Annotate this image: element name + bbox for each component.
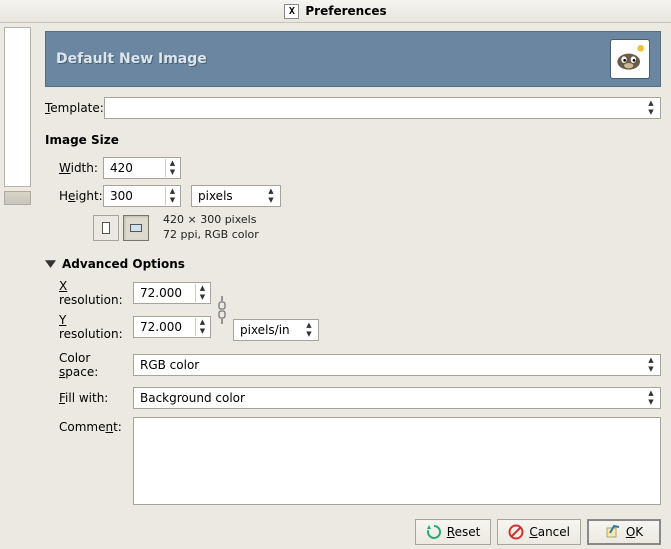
template-combo[interactable]: ▲▼	[104, 97, 661, 119]
comment-textarea[interactable]	[133, 417, 661, 505]
page-banner: Default New Image	[45, 31, 661, 87]
spin-arrows-icon: ▲▼	[195, 284, 209, 302]
advanced-options-label: Advanced Options	[62, 257, 185, 271]
combo-arrows-icon: ▲▼	[644, 99, 658, 117]
height-input[interactable]: 300 ▲▼	[103, 185, 181, 207]
height-label: Height:	[59, 189, 103, 203]
combo-arrows-icon: ▲▼	[264, 187, 278, 205]
xres-value: 72.000	[140, 286, 182, 300]
spin-arrows-icon: ▲▼	[165, 159, 179, 177]
template-label: Template:	[45, 101, 104, 115]
window-title: Preferences	[305, 4, 386, 18]
image-size-heading: Image Size	[45, 133, 661, 147]
resolution-unit-value: pixels/in	[240, 323, 290, 337]
combo-arrows-icon: ▲▼	[644, 389, 658, 407]
yres-label: Y resolution:	[59, 313, 133, 341]
fill-value: Background color	[140, 391, 245, 405]
fill-combo[interactable]: Background color ▲▼	[133, 387, 661, 409]
orientation-landscape-button[interactable]	[123, 215, 149, 241]
image-info-text: 420 × 300 pixels 72 ppi, RGB color	[163, 213, 259, 243]
width-input[interactable]: 420 ▲▼	[103, 157, 181, 179]
cancel-icon	[508, 524, 524, 540]
page-title: Default New Image	[56, 51, 207, 67]
sidebar-tree-fragment[interactable]	[4, 27, 31, 187]
xres-label: X resolution:	[59, 279, 133, 307]
height-value: 300	[110, 189, 133, 203]
window-app-icon: X	[284, 4, 299, 19]
cancel-label: Cancel	[529, 525, 570, 539]
colorspace-value: RGB color	[140, 358, 199, 372]
spin-arrows-icon: ▲▼	[165, 187, 179, 205]
orientation-portrait-button[interactable]	[93, 215, 119, 241]
image-info-line2: 72 ppi, RGB color	[163, 228, 259, 243]
combo-arrows-icon: ▲▼	[644, 356, 658, 374]
sidebar-fragment	[0, 23, 31, 549]
size-unit-combo[interactable]: pixels ▲▼	[191, 185, 281, 207]
width-value: 420	[110, 161, 133, 175]
combo-arrows-icon: ▲▼	[302, 321, 316, 339]
resolution-link-toggle[interactable]	[217, 295, 227, 325]
wilber-icon	[614, 43, 646, 75]
xres-input[interactable]: 72.000 ▲▼	[133, 282, 211, 304]
chain-link-icon	[217, 295, 227, 325]
page-icon	[610, 39, 650, 79]
ok-icon	[605, 524, 621, 540]
width-label: Width:	[59, 161, 103, 175]
comment-label: Comment:	[59, 417, 133, 434]
colorspace-combo[interactable]: RGB color ▲▼	[133, 354, 661, 376]
reset-icon	[426, 524, 442, 540]
size-unit-value: pixels	[198, 189, 233, 203]
image-info-line1: 420 × 300 pixels	[163, 213, 259, 228]
ok-button[interactable]: OK	[587, 519, 661, 545]
yres-input[interactable]: 72.000 ▲▼	[133, 316, 211, 338]
reset-label: Reset	[447, 525, 481, 539]
cancel-button[interactable]: Cancel	[497, 519, 581, 545]
yres-value: 72.000	[140, 320, 182, 334]
sidebar-selected-fragment[interactable]	[4, 191, 31, 205]
resolution-unit-combo[interactable]: pixels/in ▲▼	[233, 319, 319, 341]
portrait-icon	[99, 221, 113, 235]
landscape-icon	[129, 221, 143, 235]
reset-button[interactable]: Reset	[415, 519, 492, 545]
window-titlebar: X Preferences	[0, 0, 671, 23]
ok-label: OK	[626, 525, 643, 539]
fill-label: Fill with:	[59, 391, 133, 405]
expander-open-icon	[45, 258, 56, 269]
colorspace-label: Color space:	[59, 351, 133, 379]
advanced-options-expander[interactable]: Advanced Options	[45, 257, 661, 271]
spin-arrows-icon: ▲▼	[195, 318, 209, 336]
